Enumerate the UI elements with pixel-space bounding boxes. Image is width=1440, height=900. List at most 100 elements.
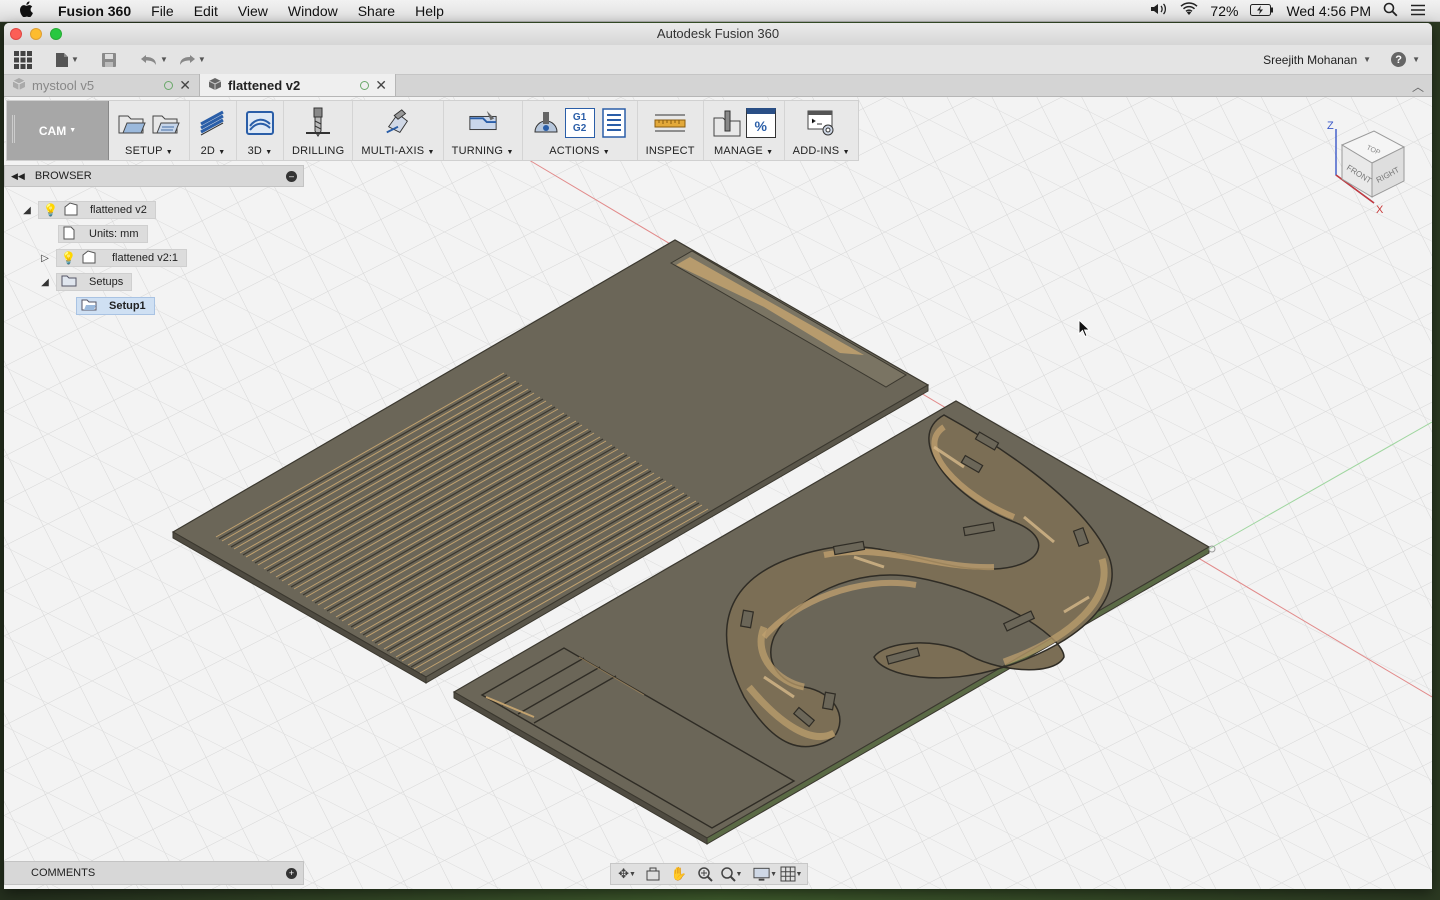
post-process-icon[interactable]: G1 G2 xyxy=(564,108,595,138)
close-tab-icon[interactable]: ✕ xyxy=(179,77,191,94)
minimize-window-button[interactable] xyxy=(30,28,42,40)
ribbon-group-add-ins[interactable]: ADD-INS ▼ xyxy=(785,101,858,160)
ribbon-group-setup[interactable]: SETUP ▼ xyxy=(109,101,190,160)
ribbon-group-turning[interactable]: TURNING ▼ xyxy=(444,101,523,160)
ribbon-group-manage[interactable]: % MANAGE ▼ xyxy=(704,101,785,160)
measure-icon[interactable] xyxy=(652,108,688,138)
expanded-triangle-icon[interactable]: ◢ xyxy=(20,205,34,216)
setup-sheet-icon[interactable] xyxy=(151,108,181,138)
node-label: Units: mm xyxy=(89,228,139,240)
cam-ribbon: CAM ▼ SETUP ▼ 2D ▼ 3D ▼ DRILLING MULTI-A… xyxy=(6,100,859,161)
menu-help[interactable]: Help xyxy=(405,3,454,19)
ribbon-group-2d[interactable]: 2D ▼ xyxy=(190,101,237,160)
view-cube[interactable]: Z X TOP FRONT RIGHT xyxy=(1322,117,1418,217)
zoom-icon[interactable] xyxy=(693,864,717,884)
clock[interactable]: Wed 4:56 PM xyxy=(1286,3,1371,19)
ribbon-group-multi-axis[interactable]: MULTI-AXIS ▼ xyxy=(353,101,444,160)
group-label: SETUP xyxy=(125,145,163,157)
grid-settings-icon[interactable]: ▼ xyxy=(779,864,803,884)
tree-node-setups[interactable]: ◢ Setups xyxy=(38,273,133,291)
chevron-down-icon: ▼ xyxy=(842,149,850,156)
chevron-down-icon: ▼ xyxy=(1412,55,1420,64)
workspace-switcher[interactable]: CAM ▼ xyxy=(7,101,109,160)
tree-node-setup1[interactable]: Setup1 xyxy=(76,297,155,315)
apple-icon[interactable] xyxy=(0,0,48,21)
ribbon-group-actions[interactable]: G1 G2 ACTIONS ▼ xyxy=(523,101,638,160)
ribbon-group-3d[interactable]: 3D ▼ xyxy=(237,101,284,160)
mouse-cursor-icon xyxy=(1078,319,1091,338)
menu-app-name[interactable]: Fusion 360 xyxy=(48,3,141,19)
undo-icon[interactable]: ▼ xyxy=(140,48,168,72)
3d-viewport[interactable]: CAM ▼ SETUP ▼ 2D ▼ 3D ▼ DRILLING MULTI-A… xyxy=(4,97,1432,889)
group-label: MANAGE xyxy=(714,145,763,157)
menu-window[interactable]: Window xyxy=(278,3,348,19)
add-comment-icon[interactable]: + xyxy=(286,867,297,879)
close-window-button[interactable] xyxy=(10,28,22,40)
list-icon[interactable] xyxy=(1410,3,1426,19)
simulate-icon[interactable] xyxy=(531,108,561,138)
fit-icon[interactable]: ▼ xyxy=(719,864,743,884)
group-label: ADD-INS xyxy=(792,145,840,157)
file-menu-icon[interactable]: ▼ xyxy=(54,48,80,72)
chevron-up-icon[interactable]: ︿ xyxy=(1412,78,1424,95)
group-label: 3D xyxy=(247,145,263,157)
menu-edit[interactable]: Edit xyxy=(184,3,228,19)
title-bar: Autodesk Fusion 360 xyxy=(4,23,1432,45)
ribbon-group-drilling[interactable]: DRILLING xyxy=(284,101,354,160)
display-settings-icon[interactable]: ▼ xyxy=(753,864,777,884)
chevron-down-icon: ▼ xyxy=(69,127,77,134)
chevron-down-icon: ▼ xyxy=(1363,55,1372,64)
sync-status-icon xyxy=(360,80,370,90)
drill-icon[interactable] xyxy=(303,107,333,138)
battery-charging-icon[interactable] xyxy=(1250,3,1274,19)
visibility-bulb-icon[interactable]: 💡 xyxy=(43,203,58,217)
search-icon[interactable] xyxy=(1383,2,1398,20)
look-at-icon[interactable] xyxy=(641,864,665,884)
new-setup-icon[interactable] xyxy=(117,108,147,138)
orbit-icon[interactable]: ✥ ▼ xyxy=(615,864,639,884)
help-menu[interactable]: ? ▼ xyxy=(1391,52,1426,67)
multi-axis-icon[interactable] xyxy=(383,108,413,138)
pan-hand-icon[interactable]: ✋ xyxy=(667,864,691,884)
chevron-down-icon: ▼ xyxy=(165,149,173,156)
minimize-icon[interactable]: – xyxy=(286,170,297,182)
close-tab-icon[interactable]: ✕ xyxy=(375,77,387,94)
wifi-icon[interactable] xyxy=(1180,2,1198,19)
tree-node-root[interactable]: ◢ 💡 flattened v2 xyxy=(20,201,156,219)
zoom-window-button[interactable] xyxy=(50,28,62,40)
ribbon-group-inspect[interactable]: INSPECT xyxy=(638,101,704,160)
volume-icon[interactable] xyxy=(1150,2,1168,19)
menu-view[interactable]: View xyxy=(228,3,278,19)
visibility-bulb-icon[interactable]: 💡 xyxy=(61,251,76,265)
chevron-down-icon: ▼ xyxy=(602,149,610,156)
browser-header[interactable]: ◀◀ BROWSER – xyxy=(4,165,304,187)
document-icon xyxy=(208,77,222,94)
collapsed-triangle-icon[interactable]: ▷ xyxy=(38,253,52,264)
tab-mystool[interactable]: mystool v5 ✕ xyxy=(4,74,200,96)
tree-node-units[interactable]: Units: mm xyxy=(58,225,148,243)
menu-share[interactable]: Share xyxy=(348,3,405,19)
collapse-panel-icon[interactable]: ◀◀ xyxy=(11,171,25,182)
data-panel-grid-icon[interactable] xyxy=(10,48,36,72)
model-canvas[interactable] xyxy=(4,97,1432,889)
tab-flattened[interactable]: flattened v2 ✕ xyxy=(200,74,396,96)
expanded-triangle-icon[interactable]: ◢ xyxy=(38,277,52,288)
workspace-label: CAM xyxy=(38,123,67,138)
comments-panel[interactable]: COMMENTS + xyxy=(4,861,304,885)
percent-icon[interactable]: % xyxy=(745,108,776,138)
tab-label: flattened v2 xyxy=(228,77,301,93)
user-menu[interactable]: Sreejith Mohanan ▼ xyxy=(1263,53,1385,67)
turning-icon[interactable] xyxy=(468,108,498,138)
tree-node-component[interactable]: ▷ 💡 flattened v2:1 xyxy=(38,249,188,267)
3d-milling-icon[interactable] xyxy=(245,108,275,138)
save-icon[interactable] xyxy=(96,48,122,72)
tool-library-icon[interactable] xyxy=(712,108,742,138)
menu-file[interactable]: File xyxy=(141,3,184,19)
axis-x-label: X xyxy=(1376,204,1384,216)
setup-sheet-doc-icon[interactable] xyxy=(599,108,629,138)
2d-milling-icon[interactable] xyxy=(198,108,228,138)
scripts-addins-icon[interactable] xyxy=(806,108,836,138)
redo-icon[interactable]: ▼ xyxy=(178,48,206,72)
node-label: flattened v2:1 xyxy=(111,252,179,264)
group-label: MULTI-AXIS xyxy=(361,145,425,157)
